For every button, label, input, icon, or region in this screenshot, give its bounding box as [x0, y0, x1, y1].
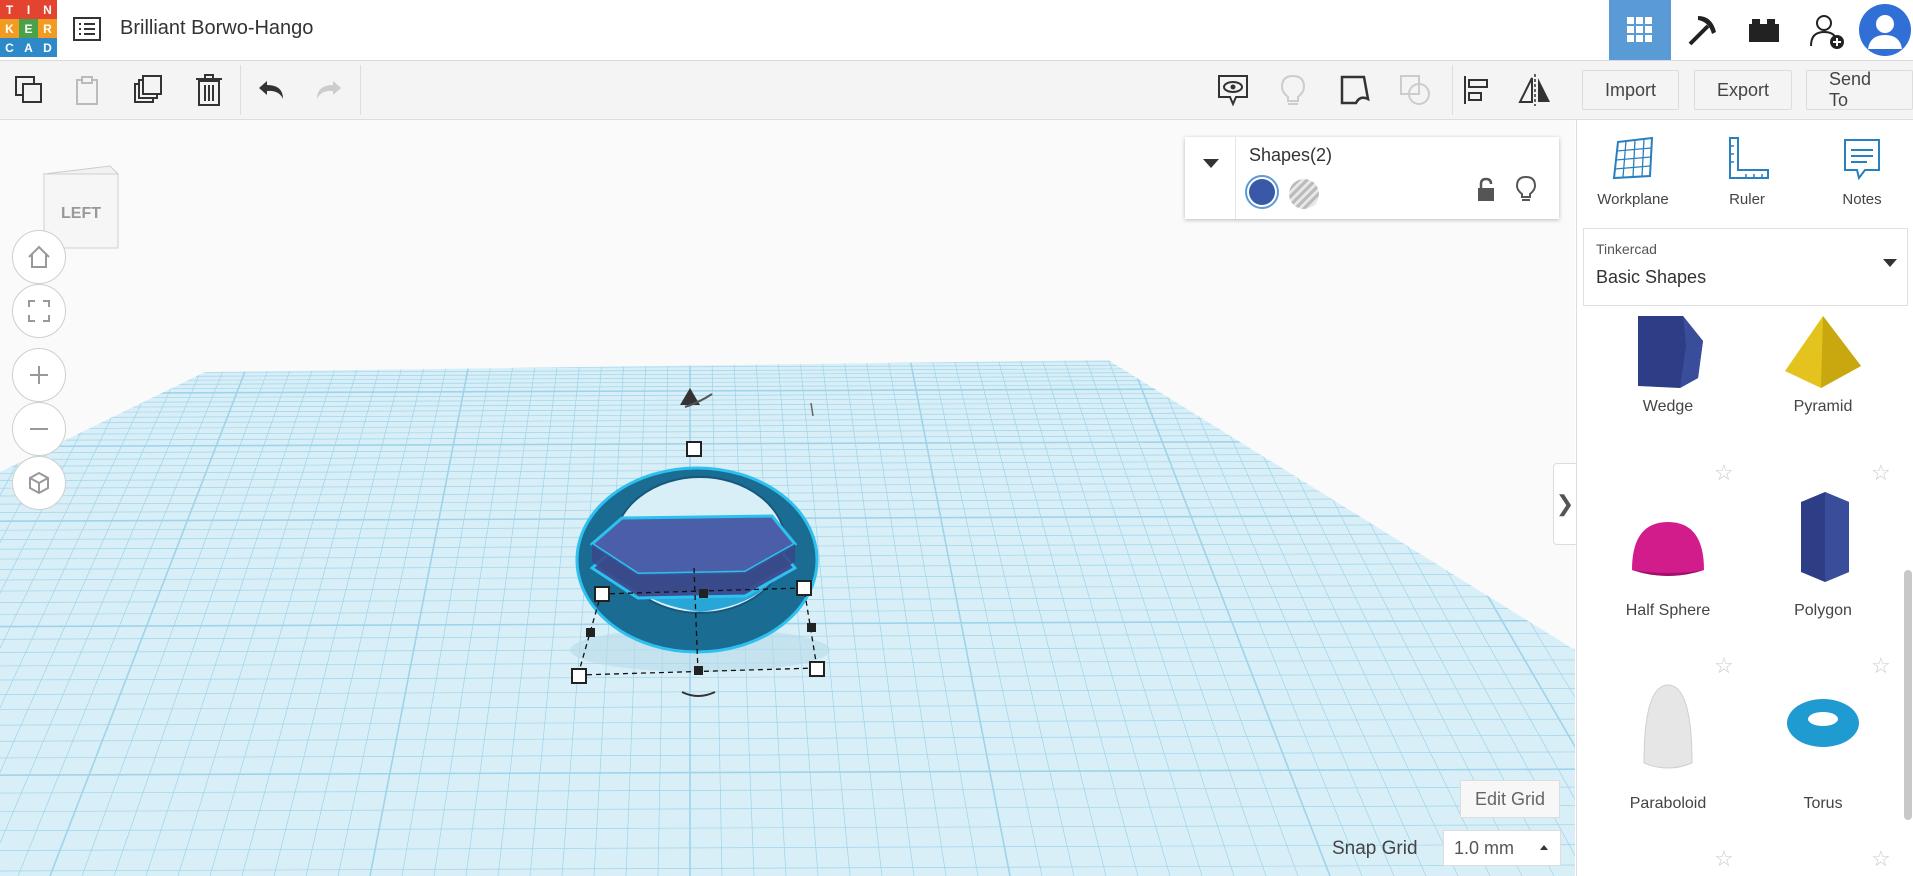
- workplane-canvas[interactable]: LEFT: [0, 120, 1575, 876]
- undo-icon[interactable]: [252, 71, 290, 109]
- logo-letter: N: [38, 0, 57, 19]
- edit-toolbar: Import Export Send To: [0, 61, 1913, 120]
- visibility-lightbulb-icon[interactable]: [1515, 175, 1537, 208]
- paraboloid-shape-icon: [1643, 684, 1693, 769]
- star-icon[interactable]: ☆: [1714, 846, 1734, 872]
- import-button[interactable]: Import: [1582, 70, 1680, 110]
- zoom-out-button[interactable]: [12, 402, 66, 456]
- wedge-shape-icon: [1638, 316, 1703, 388]
- view-cube-face-label: LEFT: [61, 205, 101, 222]
- snap-grid-select[interactable]: 1.0 mm: [1443, 830, 1561, 866]
- pickaxe-icon[interactable]: [1671, 0, 1733, 60]
- send-to-button[interactable]: Send To: [1806, 69, 1913, 110]
- shape-polygon[interactable]: Polygon: [1748, 480, 1898, 660]
- copy-icon[interactable]: [10, 71, 48, 109]
- shape-name: Wedge: [1642, 398, 1694, 415]
- logo-letter: T: [0, 0, 19, 19]
- ruler-tool[interactable]: Ruler: [1697, 136, 1797, 208]
- snap-grid-value: 1.0 mm: [1454, 837, 1515, 858]
- grid-workplane[interactable]: [0, 120, 1575, 876]
- home-view-button[interactable]: [12, 230, 66, 284]
- shape-name: Polygon: [1794, 602, 1852, 619]
- shape-torus[interactable]: Torus: [1748, 673, 1898, 853]
- shape-name: Pyramid: [1793, 398, 1853, 415]
- top-bar: TINKERCAD Brilliant Borwo-Hango: [0, 0, 1913, 61]
- ungroup-icon[interactable]: [1396, 71, 1434, 109]
- fit-view-button[interactable]: [12, 284, 66, 338]
- group-icon[interactable]: [1336, 71, 1374, 109]
- delete-icon[interactable]: [190, 71, 228, 109]
- shape-inspector-panel: Shapes(2): [1185, 137, 1559, 219]
- duplicate-icon[interactable]: [130, 71, 168, 109]
- logo-letter: A: [19, 38, 38, 57]
- logo-letter: R: [38, 19, 57, 38]
- redo-icon[interactable]: [310, 71, 348, 109]
- shape-name: Paraboloid: [1629, 795, 1707, 812]
- bricks-icon[interactable]: [1733, 0, 1795, 60]
- hole-swatch[interactable]: [1289, 179, 1319, 209]
- shape-library-select[interactable]: Tinkercad Basic Shapes: [1583, 228, 1908, 306]
- library-scrollbar[interactable]: [1904, 570, 1912, 820]
- align-icon[interactable]: [1458, 71, 1496, 109]
- logo-letter: I: [19, 0, 38, 19]
- library-value: Basic Shapes: [1596, 267, 1707, 287]
- polygon-shape-icon: [1801, 492, 1849, 582]
- hexagon-plate-shape: [589, 514, 798, 600]
- solid-color-swatch[interactable]: [1245, 175, 1279, 209]
- tinkercad-logo[interactable]: TINKERCAD: [0, 0, 57, 57]
- caret-down-icon: [1883, 259, 1897, 267]
- design-list-icon[interactable]: [72, 15, 102, 43]
- notes-tool[interactable]: Notes: [1812, 136, 1912, 208]
- perspective-button[interactable]: [12, 456, 66, 510]
- shape-paraboloid[interactable]: Paraboloid: [1593, 673, 1743, 853]
- logo-letter: D: [38, 38, 57, 57]
- logo-letter: K: [0, 19, 19, 38]
- caret-down-icon: [1203, 159, 1219, 168]
- pyramid-shape-icon: [1785, 316, 1861, 388]
- lightbulb-icon[interactable]: [1274, 71, 1312, 109]
- workplane-icon: [1612, 136, 1654, 180]
- ruler-icon: [1729, 137, 1769, 179]
- library-caption: Tinkercad: [1596, 241, 1657, 257]
- add-user-icon[interactable]: [1795, 0, 1857, 60]
- design-title[interactable]: Brilliant Borwo-Hango: [120, 17, 313, 40]
- shape-half-sphere[interactable]: Half Sphere: [1593, 480, 1743, 660]
- torus-shape-icon: [1787, 699, 1859, 747]
- shape-name: Torus: [1803, 795, 1843, 812]
- notes-label: Notes: [1842, 191, 1882, 208]
- ruler-label: Ruler: [1729, 191, 1765, 208]
- half-sphere-shape-icon: [1632, 522, 1704, 576]
- inspector-title: Shapes(2): [1249, 145, 1333, 165]
- edit-grid-button[interactable]: Edit Grid: [1459, 780, 1560, 818]
- caret-up-icon: [1540, 845, 1548, 850]
- lock-icon[interactable]: [1475, 177, 1497, 208]
- export-button[interactable]: Export: [1694, 70, 1793, 110]
- mirror-icon[interactable]: [1516, 71, 1554, 109]
- star-icon[interactable]: ☆: [1871, 846, 1891, 872]
- grid-view-icon[interactable]: [1609, 0, 1671, 60]
- shape-name: Half Sphere: [1625, 602, 1711, 619]
- profile-avatar-icon[interactable]: [1857, 0, 1913, 60]
- shapes-library-panel: Workplane Ruler Notes Tinkercad Basic Sh…: [1576, 120, 1913, 876]
- collapse-panel-button[interactable]: ❯: [1553, 463, 1577, 545]
- collapse-inspector-button[interactable]: [1185, 137, 1236, 219]
- notes-icon: [1844, 139, 1880, 181]
- show-all-icon[interactable]: [1214, 71, 1252, 109]
- logo-letter: C: [0, 38, 19, 57]
- zoom-in-button[interactable]: [12, 348, 66, 402]
- snap-grid-label: Snap Grid: [1332, 838, 1418, 859]
- workplane-label: Workplane: [1597, 191, 1669, 208]
- workplane-tool[interactable]: Workplane: [1583, 136, 1683, 208]
- logo-letter: E: [19, 19, 38, 38]
- paste-icon[interactable]: [68, 71, 106, 109]
